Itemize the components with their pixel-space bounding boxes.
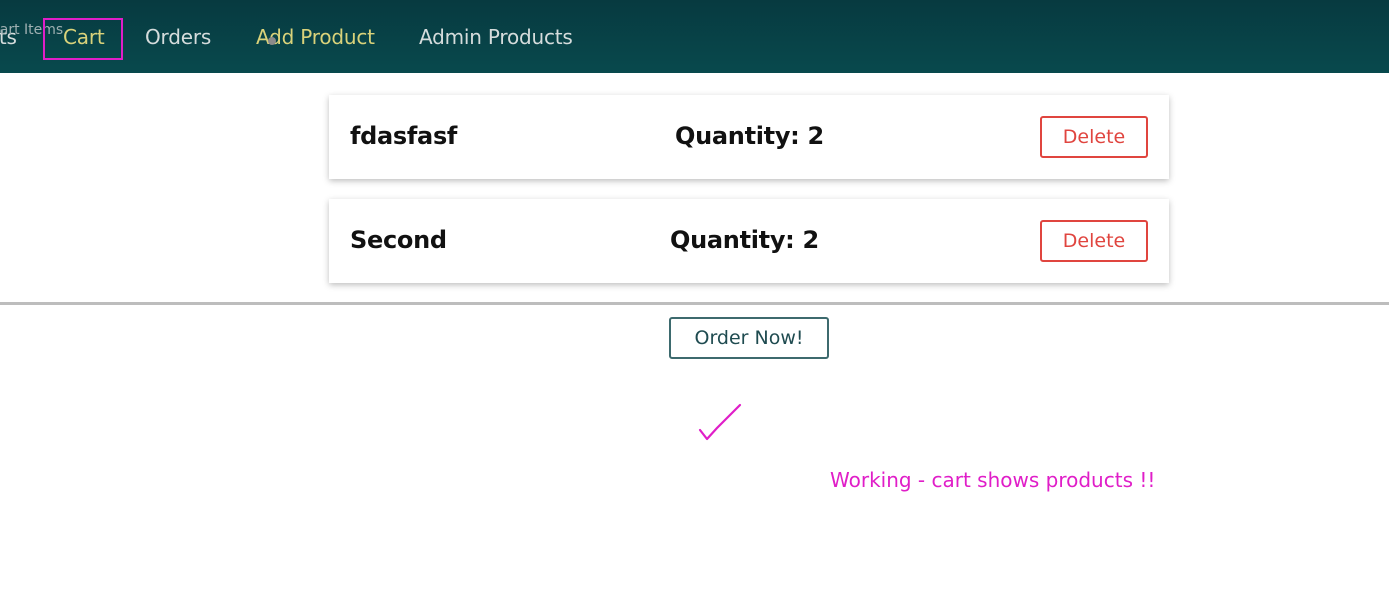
mouse-cursor-icon xyxy=(268,37,276,45)
cart-item-quantity: Quantity: 2 xyxy=(670,226,819,254)
nav-link-orders[interactable]: Orders xyxy=(145,24,211,50)
cart-item-title: fdasfasf xyxy=(350,122,458,150)
delete-button[interactable]: Delete xyxy=(1040,220,1148,262)
divider xyxy=(0,302,1389,305)
nav-link-admin-products[interactable]: Admin Products xyxy=(419,24,573,50)
cart-item: Second Quantity: 2 Delete xyxy=(329,199,1169,283)
cart-item-quantity: Quantity: 2 xyxy=(675,122,824,150)
checkmark-icon xyxy=(698,403,742,441)
cart-item: fdasfasf Quantity: 2 Delete xyxy=(329,95,1169,179)
top-nav-bar: Products Cart Orders Add Product Admin P… xyxy=(0,0,1389,73)
annotation-note: Working - cart shows products !! xyxy=(830,468,1156,492)
cart-highlight-annotation xyxy=(43,18,123,60)
delete-button[interactable]: Delete xyxy=(1040,116,1148,158)
order-now-button[interactable]: Order Now! xyxy=(669,317,829,359)
cart-item-title: Second xyxy=(350,226,447,254)
